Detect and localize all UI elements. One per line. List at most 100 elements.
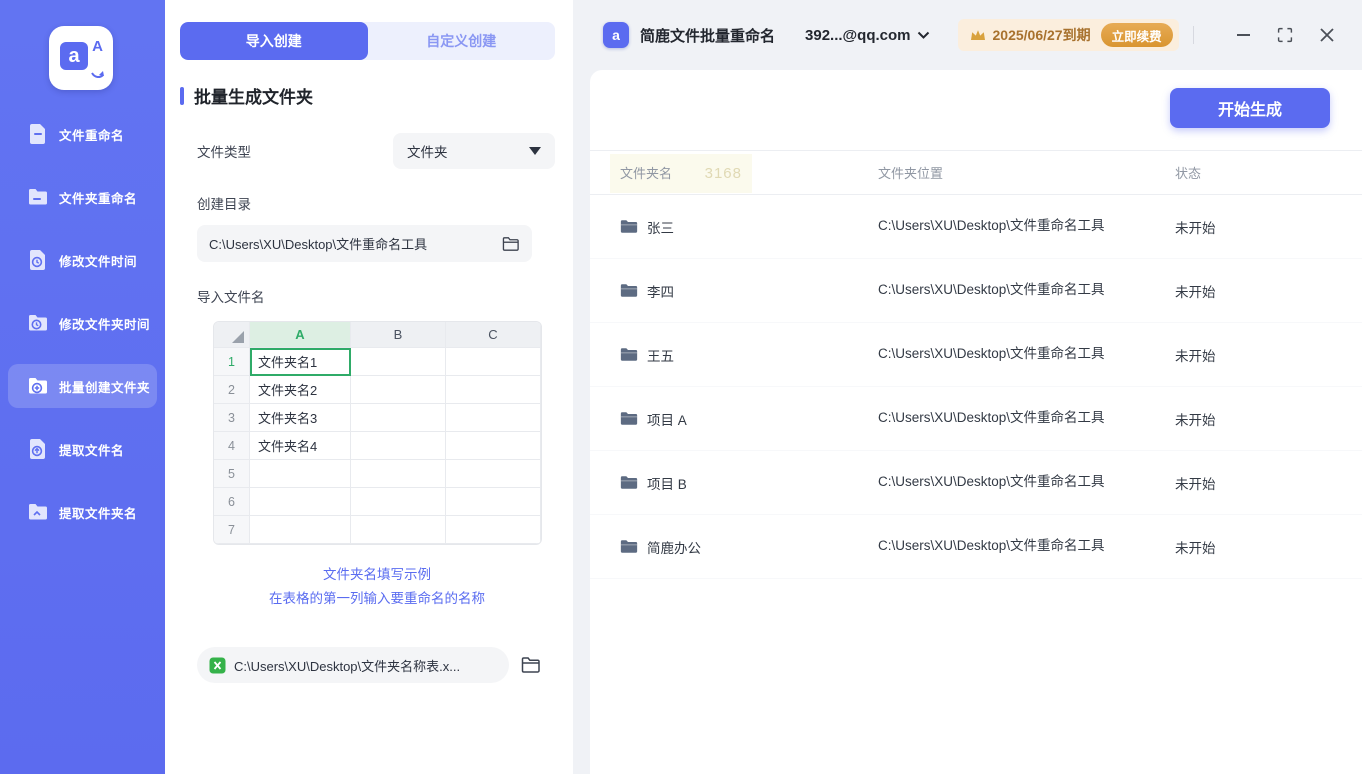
sheet-cell [446, 432, 541, 460]
sheet-cell [351, 516, 446, 544]
minimize-button[interactable] [1230, 22, 1256, 48]
sheet-select-all-cell [214, 322, 250, 348]
sidebar-item-extract-file-name[interactable]: 提取文件名 [8, 427, 157, 471]
folder-path: C:\Users\XU\Desktop\文件重命名工具 [878, 218, 1105, 234]
app-title: 简鹿文件批量重命名 [640, 27, 776, 45]
expiry-date-text: 2025/06/27到期 [992, 27, 1091, 43]
sheet-row-number: 6 [214, 488, 250, 516]
sheet-cell [446, 376, 541, 404]
sidebar-item-file-rename[interactable]: 文件重命名 [8, 112, 157, 156]
close-button[interactable] [1314, 22, 1340, 48]
sheet-cell [446, 516, 541, 544]
sidebar: a A 文件重命名 文件夹重命名 修改文件时间 修改文件夹时间 批量创建文件夹 … [0, 0, 165, 774]
sidebar-item-label: 文件重命名 [59, 128, 125, 143]
logo-swap-arrow-icon [91, 71, 104, 79]
sheet-cell [351, 460, 446, 488]
browse-folder-icon[interactable] [502, 236, 520, 252]
sidebar-item-batch-create-folder[interactable]: 批量创建文件夹 [8, 364, 157, 408]
app-mini-icon: a [603, 22, 629, 48]
status-text: 未开始 [1175, 412, 1216, 428]
spreadsheet-example: A B C 1 文件夹名1 2 文件夹名2 3 文件夹名3 4 文件夹名4 5 … [213, 321, 542, 545]
folders-table: 3168 文件夹名 文件夹位置 状态 张三 C:\Users\XU\Deskto… [590, 150, 1362, 579]
vip-expiry-badge: 2025/06/27到期 立即续费 [957, 19, 1179, 51]
sheet-cell [250, 488, 351, 516]
folder-name: 王五 [647, 348, 674, 364]
create-dir-input[interactable]: C:\Users\XU\Desktop\文件重命名工具 [197, 225, 532, 262]
status-text: 未开始 [1175, 220, 1216, 236]
folder-name: 项目 A [647, 412, 687, 428]
sheet-cell: 文件夹名4 [250, 432, 351, 460]
hint-instruction: 在表格的第一列输入要重命名的名称 [269, 591, 485, 606]
folder-name: 项目 B [647, 476, 687, 492]
table-row: 张三 C:\Users\XU\Desktop\文件重命名工具 未开始 [590, 195, 1362, 259]
sidebar-item-extract-folder-name[interactable]: 提取文件夹名 [8, 490, 157, 534]
renew-button[interactable]: 立即续费 [1100, 23, 1173, 47]
tab-custom-create[interactable]: 自定义创建 [368, 22, 556, 60]
sheet-column-b-header: B [351, 322, 446, 348]
settings-panel: 导入创建 自定义创建 批量生成文件夹 文件类型 文件夹 创建目录 C:\User… [165, 0, 573, 774]
folder-icon [620, 220, 638, 233]
sheet-cell [351, 488, 446, 516]
create-dir-value: C:\Users\XU\Desktop\文件重命名工具 [209, 237, 428, 252]
column-header-folder-location: 文件夹位置 [878, 166, 944, 181]
account-dropdown[interactable]: 392...@qq.com [805, 27, 930, 44]
app-window: a A 文件重命名 文件夹重命名 修改文件时间 修改文件夹时间 批量创建文件夹 … [0, 0, 1362, 774]
sheet-cell: 文件夹名1 [250, 348, 351, 376]
sidebar-item-label: 批量创建文件夹 [59, 380, 151, 395]
folder-icon [620, 284, 638, 297]
account-email: 392...@qq.com [805, 26, 911, 44]
section-accent-bar [180, 86, 184, 105]
browse-file-folder-icon[interactable] [521, 656, 541, 674]
window-controls [1193, 22, 1340, 48]
tab-import-create[interactable]: 导入创建 [180, 22, 368, 60]
sheet-row-number: 4 [214, 432, 250, 460]
sheet-cell [446, 460, 541, 488]
sheet-row-number: 7 [214, 516, 250, 544]
create-dir-label: 创建目录 [197, 197, 251, 212]
minimize-icon [1236, 34, 1250, 36]
results-card: 开始生成 3168 文件夹名 文件夹位置 状态 张三 C:\Users\XU\D… [590, 70, 1362, 774]
import-filenames-label: 导入文件名 [197, 290, 265, 305]
sheet-corner-triangle-icon [232, 331, 244, 343]
sheet-cell [351, 348, 446, 376]
folder-path: C:\Users\XU\Desktop\文件重命名工具 [878, 346, 1105, 362]
sheet-cell [351, 404, 446, 432]
table-row: 项目 A C:\Users\XU\Desktop\文件重命名工具 未开始 [590, 387, 1362, 451]
sidebar-item-folder-rename[interactable]: 文件夹重命名 [8, 175, 157, 219]
sheet-column-a-header: A [250, 322, 351, 348]
crown-icon [970, 29, 985, 40]
hint-example-title: 文件夹名填写示例 [323, 567, 431, 582]
sheet-row-number: 1 [214, 348, 250, 376]
sidebar-item-modify-file-time[interactable]: 修改文件时间 [8, 238, 157, 282]
folder-path: C:\Users\XU\Desktop\文件重命名工具 [878, 282, 1105, 298]
sidebar-item-label: 文件夹重命名 [59, 191, 138, 206]
folder-name: 张三 [647, 220, 674, 236]
sheet-row-number: 5 [214, 460, 250, 488]
sheet-cell [351, 376, 446, 404]
folder-icon [29, 189, 47, 205]
status-text: 未开始 [1175, 476, 1216, 492]
table-row: 项目 B C:\Users\XU\Desktop\文件重命名工具 未开始 [590, 451, 1362, 515]
app-logo: a A [49, 26, 113, 90]
column-header-status: 状态 [1175, 166, 1202, 181]
import-file-input[interactable]: C:\Users\XU\Desktop\文件夹名称表.x... [197, 647, 509, 683]
start-generate-button[interactable]: 开始生成 [1170, 88, 1330, 128]
sheet-cell [446, 404, 541, 432]
column-header-folder-name: 文件夹名 [620, 166, 673, 181]
section-title: 批量生成文件夹 [194, 88, 313, 107]
folder-name: 简鹿办公 [647, 540, 701, 556]
folder-plus-icon [29, 378, 47, 394]
sidebar-item-label: 提取文件名 [59, 443, 125, 458]
folder-icon [620, 540, 638, 553]
caret-down-icon [529, 147, 541, 155]
file-type-select[interactable]: 文件夹 [393, 133, 555, 169]
titlebar: a 简鹿文件批量重命名 392...@qq.com 2025/06/27到期 立… [573, 0, 1362, 70]
logo-capital-a: A [92, 38, 103, 55]
status-text: 未开始 [1175, 284, 1216, 300]
folder-path: C:\Users\XU\Desktop\文件重命名工具 [878, 410, 1105, 426]
maximize-button[interactable] [1272, 22, 1298, 48]
sheet-cell [351, 432, 446, 460]
logo-a-icon: a [60, 42, 88, 70]
folder-name: 李四 [647, 284, 674, 300]
sidebar-item-modify-folder-time[interactable]: 修改文件夹时间 [8, 301, 157, 345]
